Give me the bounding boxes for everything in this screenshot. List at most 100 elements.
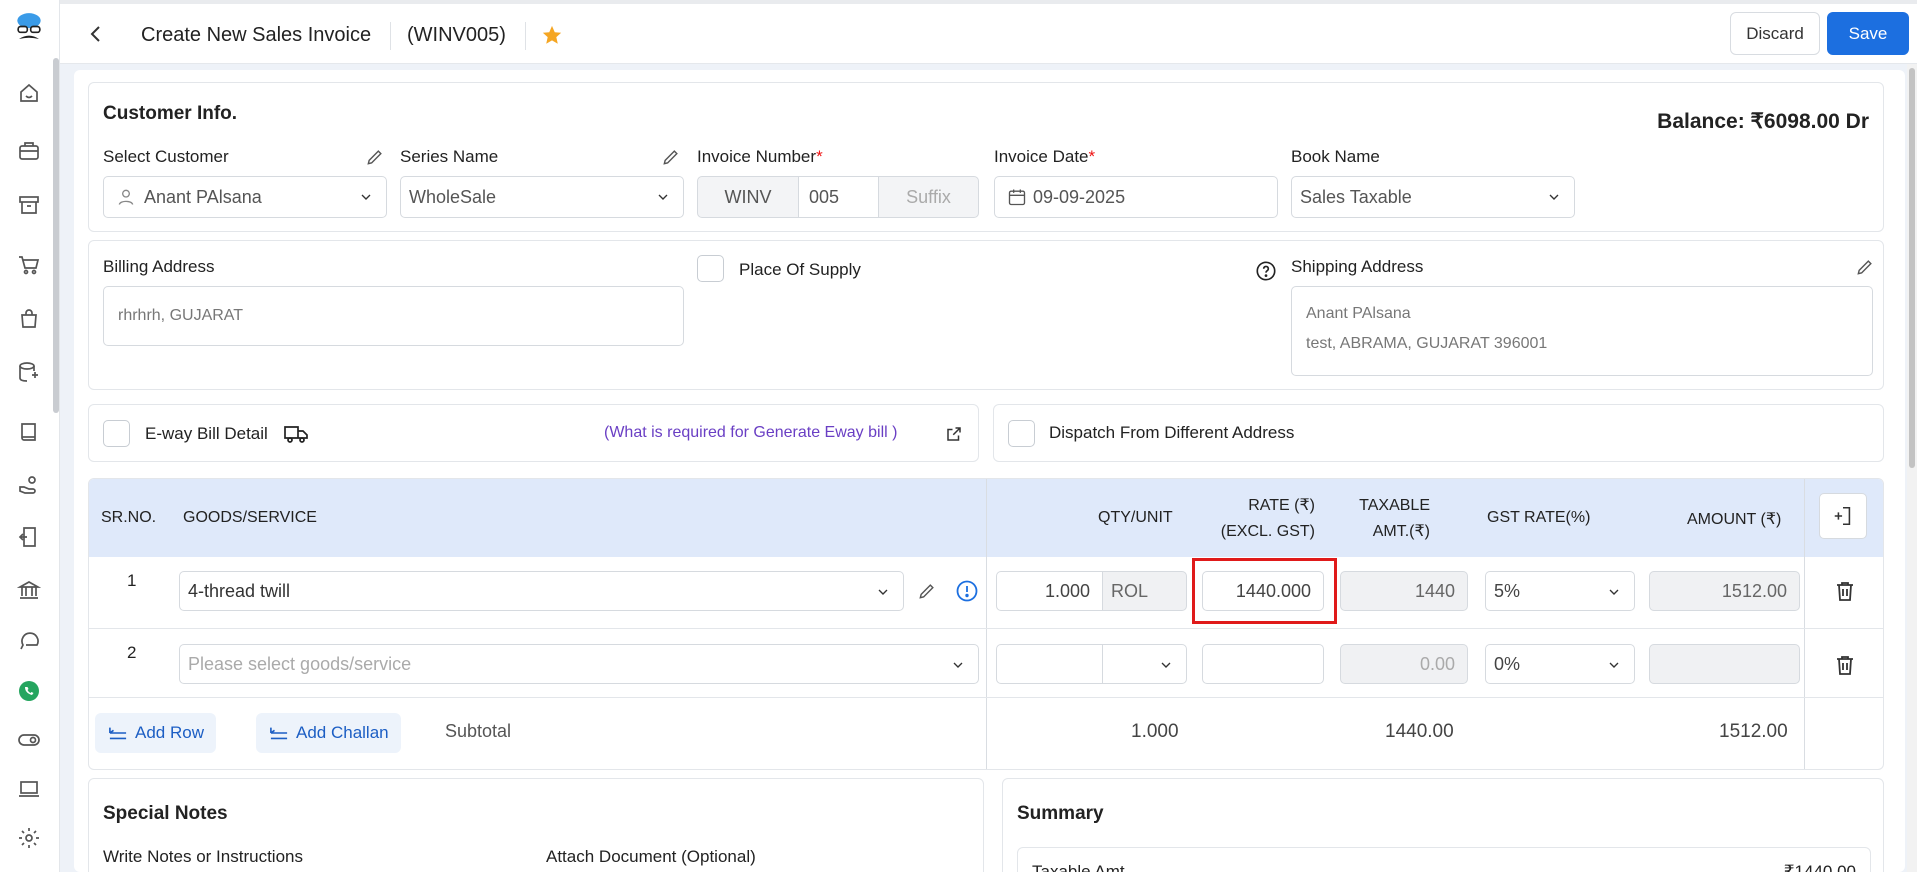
row-2-unit-select[interactable] bbox=[1102, 644, 1187, 684]
row-1-goods-select[interactable]: 4-thread twill bbox=[179, 571, 904, 611]
edit-series-icon[interactable] bbox=[661, 147, 681, 167]
top-header: Create New Sales Invoice (WINV005) Disca… bbox=[60, 0, 1917, 64]
toggle-icon[interactable] bbox=[14, 725, 44, 755]
special-notes-card: Special Notes Write Notes or Instruction… bbox=[88, 778, 984, 872]
subtotal-amount: 1512.00 bbox=[1719, 721, 1788, 742]
help-icon[interactable] bbox=[1255, 260, 1277, 287]
eway-info-link[interactable]: (What is required for Generate Eway bill… bbox=[604, 424, 897, 442]
taxable-amt-label: Taxable Amt bbox=[1032, 862, 1125, 872]
row-1-gst-select[interactable]: 5% bbox=[1485, 571, 1635, 611]
chevron-down-icon bbox=[658, 194, 668, 200]
dispatch-checkbox[interactable] bbox=[1008, 420, 1035, 447]
row-2-goods-select[interactable]: Please select goods/service bbox=[179, 644, 979, 684]
back-arrow-icon[interactable] bbox=[84, 22, 108, 46]
row-divider bbox=[89, 697, 1883, 698]
bank-icon[interactable] bbox=[14, 575, 44, 605]
column-divider bbox=[986, 479, 987, 769]
database-icon[interactable] bbox=[14, 357, 44, 387]
invoice-prefix-text: WINV bbox=[724, 186, 772, 207]
summary-card: Summary Taxable Amt ₹1440.00 bbox=[1002, 778, 1884, 872]
info-icon[interactable] bbox=[955, 579, 979, 608]
invoice-number-input[interactable]: 005 bbox=[798, 176, 879, 218]
book-icon[interactable] bbox=[14, 417, 44, 447]
edit-item-icon[interactable] bbox=[917, 581, 937, 606]
chevron-down-icon bbox=[361, 194, 371, 200]
summary-title: Summary bbox=[1017, 803, 1104, 824]
eway-bill-checkbox[interactable] bbox=[103, 420, 130, 447]
attach-document-label: Attach Document (Optional) bbox=[546, 847, 756, 866]
edit-customer-icon[interactable] bbox=[365, 147, 385, 167]
chat-icon[interactable] bbox=[14, 627, 44, 657]
header-divider bbox=[390, 22, 391, 50]
row-1-delete-icon[interactable] bbox=[1833, 579, 1857, 608]
series-select[interactable]: WholeSale bbox=[400, 176, 684, 218]
shopping-bag-icon[interactable] bbox=[14, 304, 44, 334]
billing-address-label: Billing Address bbox=[103, 257, 215, 276]
cart-icon[interactable] bbox=[14, 250, 44, 280]
add-column-icon[interactable] bbox=[1819, 493, 1867, 539]
subtotal-label: Subtotal bbox=[445, 721, 512, 741]
add-row-label: Add Row bbox=[135, 723, 204, 742]
customer-info-title: Customer Info. bbox=[103, 103, 238, 124]
place-of-supply-checkbox[interactable] bbox=[697, 255, 724, 282]
whatsapp-icon[interactable] bbox=[14, 676, 44, 706]
save-button[interactable]: Save bbox=[1827, 12, 1909, 55]
add-row-button[interactable]: Add Row bbox=[95, 713, 216, 753]
sidebar bbox=[0, 0, 60, 872]
header-qty: QTY/UNIT bbox=[1098, 509, 1173, 526]
page-title: Create New Sales Invoice bbox=[141, 24, 372, 46]
select-customer-label: Select Customer bbox=[103, 147, 229, 166]
home-icon[interactable] bbox=[14, 78, 44, 108]
discard-button[interactable]: Discard bbox=[1730, 12, 1820, 55]
book-name-select[interactable]: Sales Taxable bbox=[1291, 176, 1575, 218]
invoice-date-value: 09-09-2025 bbox=[1033, 186, 1126, 207]
row-divider bbox=[89, 628, 1883, 629]
receipt-return-icon[interactable] bbox=[14, 522, 44, 552]
invoice-suffix-input[interactable]: Suffix bbox=[878, 176, 979, 218]
row-1-qty-value: 1.000 bbox=[1044, 580, 1090, 601]
page-scrollbar-thumb[interactable] bbox=[1909, 68, 1915, 468]
customer-value: Anant PAlsana bbox=[144, 186, 262, 207]
sidebar-scrollbar[interactable] bbox=[53, 58, 59, 413]
logo-icon[interactable] bbox=[14, 13, 44, 44]
write-notes-label: Write Notes or Instructions bbox=[103, 847, 303, 866]
row-2-delete-icon[interactable] bbox=[1833, 653, 1857, 682]
row-2-rate-input[interactable] bbox=[1202, 644, 1324, 684]
customer-select[interactable]: Anant PAlsana bbox=[103, 176, 387, 218]
chevron-down-icon bbox=[1549, 194, 1559, 200]
star-icon[interactable] bbox=[541, 24, 565, 48]
add-row-icon bbox=[109, 727, 127, 740]
add-challan-button[interactable]: Add Challan bbox=[256, 713, 401, 753]
row-2-taxable-value: 0.00 bbox=[1419, 653, 1455, 674]
row-2-amount bbox=[1649, 644, 1800, 684]
billing-address-value: rhrhrh, GUJARAT bbox=[118, 307, 244, 324]
settings-icon[interactable] bbox=[14, 823, 44, 853]
eway-card: E-way Bill Detail (What is required for … bbox=[88, 404, 979, 462]
row-2-qty-input[interactable] bbox=[996, 644, 1103, 684]
edit-shipping-icon[interactable] bbox=[1855, 257, 1875, 277]
briefcase-icon[interactable] bbox=[14, 136, 44, 166]
page-scrollbar[interactable] bbox=[1907, 64, 1917, 872]
invoice-number-value: 005 bbox=[809, 186, 840, 207]
external-link-icon[interactable] bbox=[945, 425, 963, 448]
invoice-date-input[interactable]: 09-09-2025 bbox=[994, 176, 1278, 218]
special-notes-title: Special Notes bbox=[103, 803, 228, 824]
shipping-address-box[interactable]: Anant PAlsana test, ABRAMA, GUJARAT 3960… bbox=[1291, 286, 1873, 376]
row-2-sr: 2 bbox=[127, 643, 137, 662]
chevron-down-icon bbox=[1609, 662, 1619, 668]
monitor-icon[interactable] bbox=[14, 774, 44, 804]
billing-address-box[interactable]: rhrhrh, GUJARAT bbox=[103, 286, 684, 346]
main-content: Customer Info. Balance: ₹6098.00 Dr Sele… bbox=[74, 70, 1905, 872]
shipping-address-label: Shipping Address bbox=[1291, 257, 1424, 276]
add-challan-icon bbox=[270, 727, 288, 740]
row-1-qty-input[interactable]: 1.000 bbox=[996, 571, 1103, 611]
invoice-date-label: Invoice Date* bbox=[994, 147, 1096, 166]
row-1-unit-value: ROL bbox=[1111, 580, 1149, 601]
chevron-down-icon bbox=[878, 589, 888, 595]
archive-icon[interactable] bbox=[14, 190, 44, 220]
hand-coins-icon[interactable] bbox=[14, 470, 44, 500]
items-table: SR.NO. GOODS/SERVICE QTY/UNIT RATE (₹) (E… bbox=[88, 478, 1884, 770]
series-value: WholeSale bbox=[409, 186, 497, 207]
add-challan-label: Add Challan bbox=[296, 723, 389, 742]
row-2-gst-select[interactable]: 0% bbox=[1485, 644, 1635, 684]
